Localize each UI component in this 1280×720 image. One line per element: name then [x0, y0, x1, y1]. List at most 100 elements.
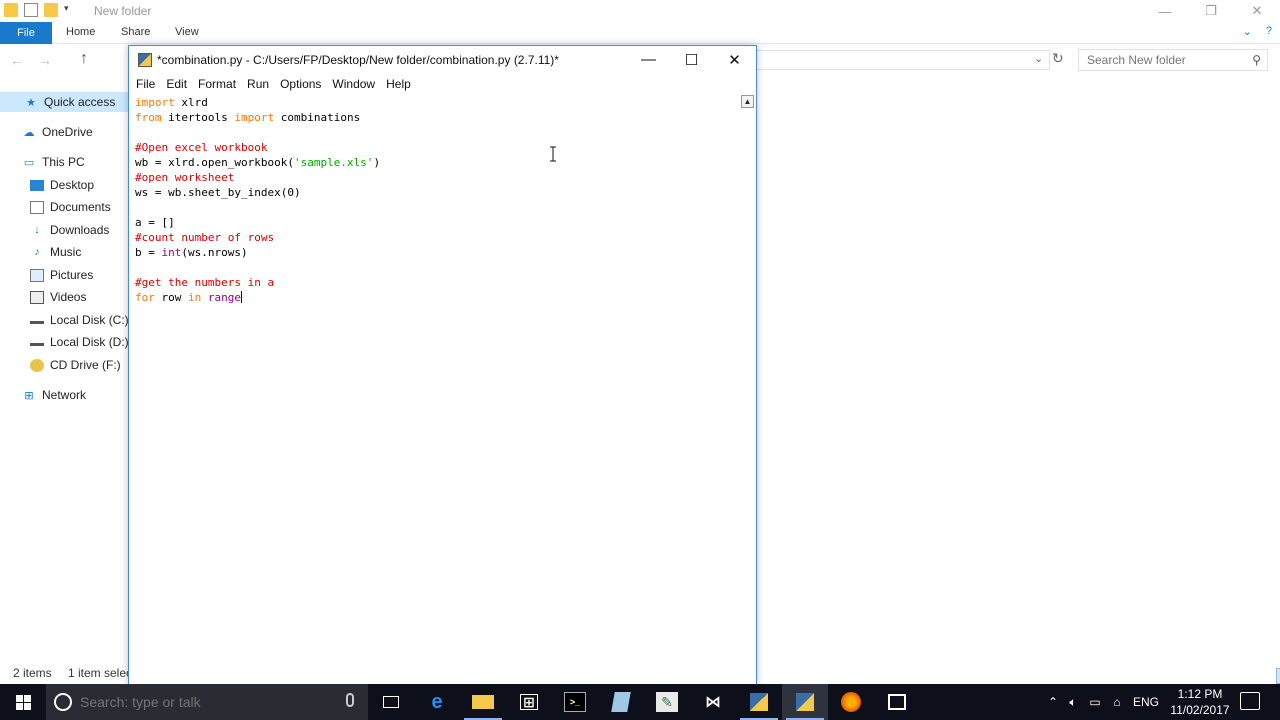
nav-item-documents[interactable]: Documents [30, 197, 111, 217]
ribbon: File Home Share View ⌄ ? [0, 22, 1280, 44]
menu-help[interactable]: Help [386, 77, 419, 91]
ribbon-tab-file[interactable]: File [0, 22, 52, 44]
ribbon-tab-share[interactable]: Share [121, 26, 150, 38]
navigation-pane: ★ Quick access ☁ OneDrive ▭ This PC Desk… [0, 90, 129, 660]
notepad-button[interactable] [598, 684, 644, 720]
firefox-button[interactable] [828, 684, 874, 720]
minimize-button[interactable]: — [627, 46, 670, 73]
maximize-button[interactable]: ☐ [670, 46, 713, 73]
microphone-icon[interactable] [346, 693, 354, 707]
code-line: ws = wb.sheet_by_index(0) [135, 186, 301, 199]
vertical-scrollbar[interactable]: ▲ [739, 95, 756, 684]
minimize-button[interactable]: — [1142, 0, 1188, 22]
visual-studio-button[interactable]: ⋈ [690, 684, 736, 720]
excel-button[interactable]: ✎ [644, 684, 690, 720]
taskbar-search-input[interactable] [80, 694, 330, 710]
task-view-icon [383, 696, 399, 708]
system-tray: ⌃ 🔈︎ ▭ ⌂ ENG [1044, 684, 1164, 720]
code-text[interactable]: import xlrd from itertools import combina… [135, 95, 380, 305]
window-button[interactable] [874, 684, 920, 720]
nav-item-network[interactable]: ⊞ Network [22, 385, 86, 405]
store-button[interactable]: ⊞ [506, 684, 552, 720]
download-icon: ↓ [34, 224, 40, 236]
nav-item-label: Desktop [50, 178, 95, 192]
cmd-button[interactable]: >_ [552, 684, 598, 720]
menu-file[interactable]: File [136, 77, 163, 91]
code-line: ​ [135, 200, 380, 215]
volume-icon[interactable]: 🔈︎ [1062, 695, 1084, 710]
idle-button[interactable] [782, 684, 828, 720]
search-icon: ⚲ [1252, 53, 1261, 67]
large-icons-view-icon[interactable] [1276, 668, 1280, 684]
pictures-icon [30, 268, 44, 282]
forward-arrow-icon[interactable]: → [38, 52, 52, 68]
clock[interactable]: 1:12 PM 11/02/2017 [1170, 686, 1230, 718]
search-input[interactable] [1079, 50, 1239, 70]
code-line: #get the numbers in a [135, 276, 275, 289]
nav-item-quick-access[interactable]: ★ Quick access [0, 92, 128, 112]
code-line: #Open excel workbook [135, 141, 268, 154]
nav-item-onedrive[interactable]: ☁ OneDrive [22, 122, 93, 142]
code-line: ​ [135, 260, 380, 275]
python-button[interactable] [736, 684, 782, 720]
task-view-button[interactable] [368, 684, 414, 720]
nav-item-label: Local Disk (C:) [50, 313, 129, 327]
code-line: for row in range [135, 291, 242, 304]
edge-button[interactable]: e [414, 684, 460, 720]
network-tray-icon[interactable]: ⌂ [1106, 695, 1128, 709]
address-field[interactable] [756, 50, 1050, 70]
show-hidden-icons-icon[interactable]: ⌃ [1044, 695, 1062, 709]
disk-icon [30, 316, 44, 324]
menu-window[interactable]: Window [332, 77, 383, 91]
code-line: from itertools import combinations [135, 111, 361, 124]
nav-item-downloads[interactable]: ↓ Downloads [30, 220, 109, 240]
file-explorer-button[interactable] [460, 684, 506, 720]
close-button[interactable]: ✕ [1234, 0, 1280, 22]
up-arrow-icon[interactable]: ↑ [80, 50, 88, 68]
action-center-icon[interactable] [1240, 692, 1260, 710]
idle-editor-window: *combination.py - C:/Users/FP/Desktop/Ne… [128, 45, 757, 685]
ribbon-tab-home[interactable]: Home [66, 26, 95, 38]
nav-item-videos[interactable]: Videos [30, 287, 86, 307]
scroll-up-icon[interactable]: ▲ [741, 95, 754, 108]
cloud-icon: ☁ [23, 126, 35, 139]
network-icon: ⊞ [24, 389, 34, 402]
menu-format[interactable]: Format [198, 77, 244, 91]
code-editor[interactable]: import xlrd from itertools import combina… [129, 95, 756, 684]
properties-icon[interactable] [24, 3, 38, 17]
window-icon [888, 694, 906, 710]
chevron-down-icon[interactable]: ⌄ [1034, 52, 1043, 65]
nav-item-music[interactable]: ♪ Music [30, 242, 81, 262]
nav-item-label: Downloads [50, 223, 110, 237]
music-icon: ♪ [34, 246, 40, 258]
ribbon-tab-view[interactable]: View [175, 26, 199, 38]
start-button[interactable] [0, 684, 46, 720]
code-line: ​ [135, 125, 380, 140]
nav-item-pictures[interactable]: Pictures [30, 265, 93, 285]
close-button[interactable]: ✕ [713, 46, 756, 73]
menu-edit[interactable]: Edit [166, 77, 195, 91]
nav-item-this-pc[interactable]: ▭ This PC [22, 152, 85, 172]
search-box: ⚲ [1078, 49, 1268, 71]
help-icon[interactable]: ? [1266, 25, 1272, 38]
chevron-down-icon[interactable]: ▾ [64, 3, 78, 17]
nav-item-desktop[interactable]: Desktop [30, 175, 94, 195]
menu-run[interactable]: Run [247, 77, 277, 91]
battery-icon[interactable]: ▭ [1084, 695, 1106, 709]
code-line: #open worksheet [135, 171, 235, 184]
nav-item-label: Local Disk (D:) [50, 335, 129, 349]
menu-options[interactable]: Options [280, 77, 329, 91]
explorer-titlebar: ▾ New folder — ❐ ✕ [0, 0, 1280, 22]
expand-ribbon-icon[interactable]: ⌄ [1243, 25, 1252, 38]
nav-item-cd-drive-f[interactable]: CD Drive (F:) [30, 355, 121, 375]
nav-item-local-disk-c[interactable]: Local Disk (C:) [30, 310, 129, 330]
maximize-button[interactable]: ❐ [1188, 0, 1234, 22]
back-arrow-icon[interactable]: ← [10, 52, 24, 68]
nav-item-local-disk-d[interactable]: Local Disk (D:) [30, 332, 129, 352]
disk-icon [30, 338, 44, 346]
language-indicator[interactable]: ENG [1128, 695, 1164, 709]
refresh-icon[interactable]: ↻ [1052, 50, 1064, 67]
nav-item-label: Pictures [50, 268, 94, 282]
new-folder-icon[interactable] [44, 3, 58, 17]
edge-icon: e [431, 690, 443, 713]
